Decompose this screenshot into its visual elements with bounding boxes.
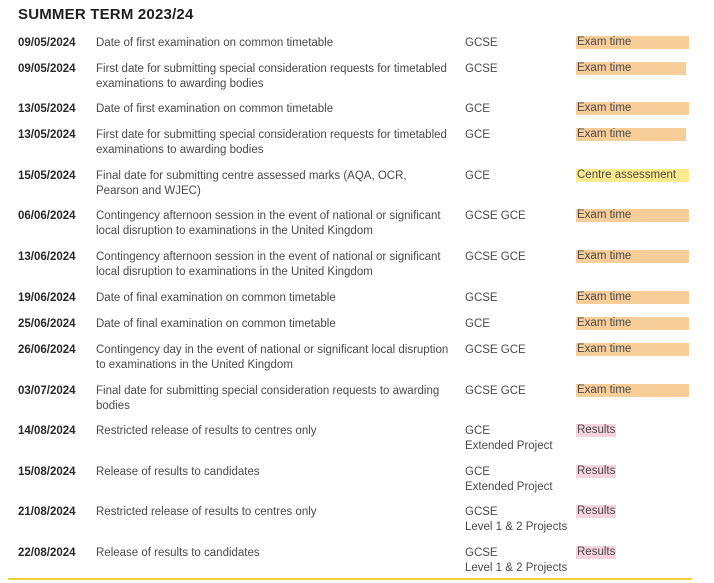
row-qualification: GCSE GCE <box>465 251 526 263</box>
row-qualification: GCE <box>465 129 490 141</box>
category-badge: Exam time <box>576 128 686 141</box>
category-badge: Results <box>576 546 617 559</box>
row-qualification: GCE Extended Project <box>465 466 553 493</box>
row-description: Final date for submitting centre assesse… <box>96 170 407 197</box>
category-badge: Centre assessment <box>576 169 689 182</box>
row-date: 14/08/2024 <box>18 425 76 437</box>
category-badge: Exam time <box>576 343 689 356</box>
row-qualification: GCE <box>465 318 490 330</box>
row-qualification: GCSE <box>465 37 498 49</box>
row-description: Date of final examination on common time… <box>96 292 336 304</box>
row-date: 09/05/2024 <box>18 63 76 75</box>
category-badge: Exam time <box>576 317 689 330</box>
category-badge: Exam time <box>576 62 686 75</box>
row-qualification: GCE <box>465 103 490 115</box>
row-description: Release of results to candidates <box>96 547 260 559</box>
category-badge: Exam time <box>576 384 689 397</box>
row-qualification: GCSE GCE <box>465 210 526 222</box>
row-qualification: GCSE Level 1 & 2 Projects <box>465 547 568 574</box>
row-date: 26/06/2024 <box>18 344 76 356</box>
row-date: 15/08/2024 <box>18 466 76 478</box>
row-qualification: GCSE <box>465 63 498 75</box>
row-description: Final date for submitting special consid… <box>96 385 440 412</box>
row-qualification: GCSE GCE <box>465 385 526 397</box>
row-description: Date of final examination on common time… <box>96 318 336 330</box>
row-qualification: GCSE Level 1 & 2 Projects <box>465 506 568 533</box>
category-badge: Results <box>576 424 617 437</box>
category-badge: Results <box>576 465 617 478</box>
row-description: Contingency afternoon session in the eve… <box>96 210 441 237</box>
term-dates-page: SUMMER TERM 2023/24 09/05/2024 Date of f… <box>0 0 714 583</box>
row-description: Contingency day in the event of national… <box>96 344 449 371</box>
row-description: Restricted release of results to centres… <box>96 425 317 437</box>
row-date: 13/05/2024 <box>18 129 76 141</box>
row-description: First date for submitting special consid… <box>96 63 447 90</box>
row-date: 25/06/2024 <box>18 318 76 330</box>
category-badge: Exam time <box>576 209 689 222</box>
row-date: 13/05/2024 <box>18 103 76 115</box>
row-description: Restricted release of results to centres… <box>96 506 317 518</box>
row-description: First date for submitting special consid… <box>96 129 447 156</box>
row-description: Date of first examination on common time… <box>96 37 334 49</box>
section-divider <box>8 578 692 580</box>
row-qualification: GCE Extended Project <box>465 425 553 452</box>
row-date: 03/07/2024 <box>18 385 76 397</box>
category-badge: Exam time <box>576 291 689 304</box>
row-date: 19/06/2024 <box>18 292 76 304</box>
row-date: 15/05/2024 <box>18 170 76 182</box>
category-badge: Exam time <box>576 102 689 115</box>
category-badge: Exam time <box>576 250 689 263</box>
term-title: SUMMER TERM 2023/24 <box>18 6 194 23</box>
row-date: 22/08/2024 <box>18 547 76 559</box>
row-description: Release of results to candidates <box>96 466 260 478</box>
row-qualification: GCE <box>465 170 490 182</box>
row-qualification: GCSE <box>465 292 498 304</box>
row-description: Contingency afternoon session in the eve… <box>96 251 441 278</box>
row-date: 06/06/2024 <box>18 210 76 222</box>
row-description: Date of first examination on common time… <box>96 103 334 115</box>
row-date: 09/05/2024 <box>18 37 76 49</box>
category-badge: Results <box>576 505 617 518</box>
row-qualification: GCSE GCE <box>465 344 526 356</box>
row-date: 13/06/2024 <box>18 251 76 263</box>
category-badge: Exam time <box>576 36 689 49</box>
row-date: 21/08/2024 <box>18 506 76 518</box>
